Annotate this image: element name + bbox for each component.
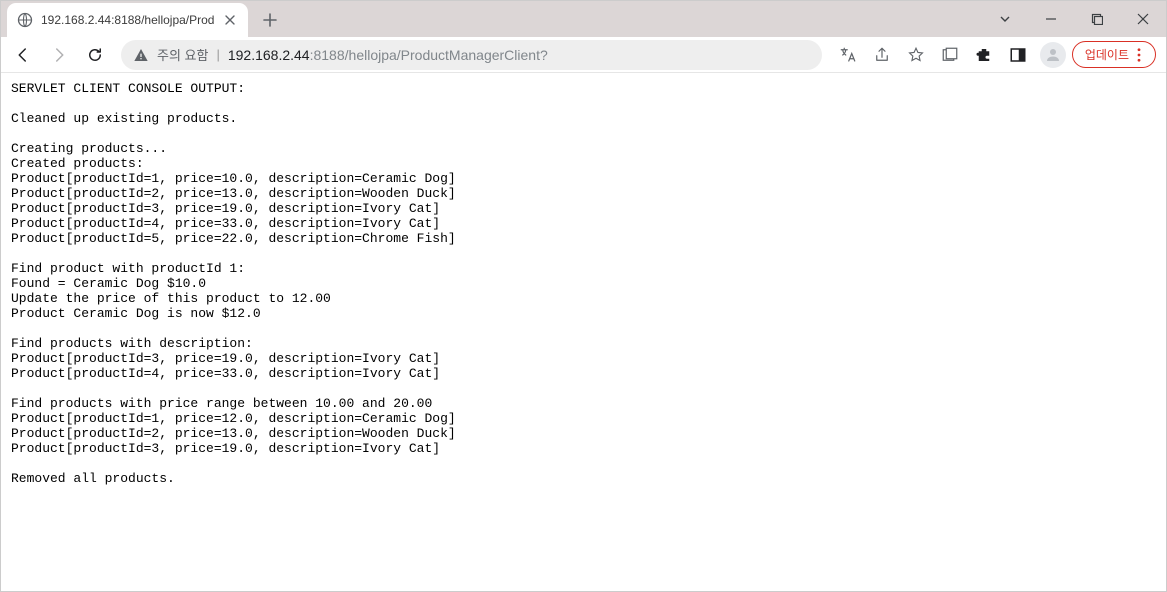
- browser-toolbar: 주의 요함 | 192.168.2.44:8188/hellojpa/Produ…: [1, 37, 1166, 73]
- url-path: /hellojpa/ProductManagerClient?: [345, 47, 548, 63]
- back-button[interactable]: [7, 39, 39, 71]
- tab-title: 192.168.2.44:8188/hellojpa/Prod: [41, 13, 214, 27]
- url-text: 192.168.2.44:8188/hellojpa/ProductManage…: [228, 47, 548, 63]
- tab-close-button[interactable]: [222, 12, 238, 28]
- side-panel-icon[interactable]: [1002, 39, 1034, 71]
- bookmark-icon[interactable]: [900, 39, 932, 71]
- share-icon[interactable]: [866, 39, 898, 71]
- translate-icon[interactable]: [832, 39, 864, 71]
- close-window-button[interactable]: [1120, 1, 1166, 37]
- forward-button[interactable]: [43, 39, 75, 71]
- maximize-button[interactable]: [1074, 1, 1120, 37]
- address-bar[interactable]: 주의 요함 | 192.168.2.44:8188/hellojpa/Produ…: [121, 40, 822, 70]
- browser-tab[interactable]: 192.168.2.44:8188/hellojpa/Prod: [7, 3, 248, 37]
- security-warning-label: 주의 요함: [157, 45, 208, 64]
- update-button[interactable]: 업데이트: [1072, 41, 1156, 68]
- browser-titlebar: 192.168.2.44:8188/hellojpa/Prod: [1, 1, 1166, 37]
- reload-button[interactable]: [79, 39, 111, 71]
- extensions-icon[interactable]: [968, 39, 1000, 71]
- reading-list-icon[interactable]: [934, 39, 966, 71]
- url-host: 192.168.2.44: [228, 47, 310, 63]
- update-label: 업데이트: [1085, 46, 1129, 63]
- new-tab-button[interactable]: [256, 6, 284, 34]
- menu-dots-icon: [1133, 48, 1145, 62]
- window-controls: [982, 1, 1166, 37]
- globe-icon: [17, 12, 33, 28]
- not-secure-icon: [133, 47, 149, 63]
- console-output: SERVLET CLIENT CONSOLE OUTPUT: Cleaned u…: [1, 73, 1166, 494]
- toolbar-right-icons: 업데이트: [832, 39, 1160, 71]
- profile-avatar[interactable]: [1040, 42, 1066, 68]
- minimize-button[interactable]: [1028, 1, 1074, 37]
- separator: |: [216, 47, 219, 62]
- url-port: :8188: [310, 47, 345, 63]
- chevron-down-icon[interactable]: [982, 1, 1028, 37]
